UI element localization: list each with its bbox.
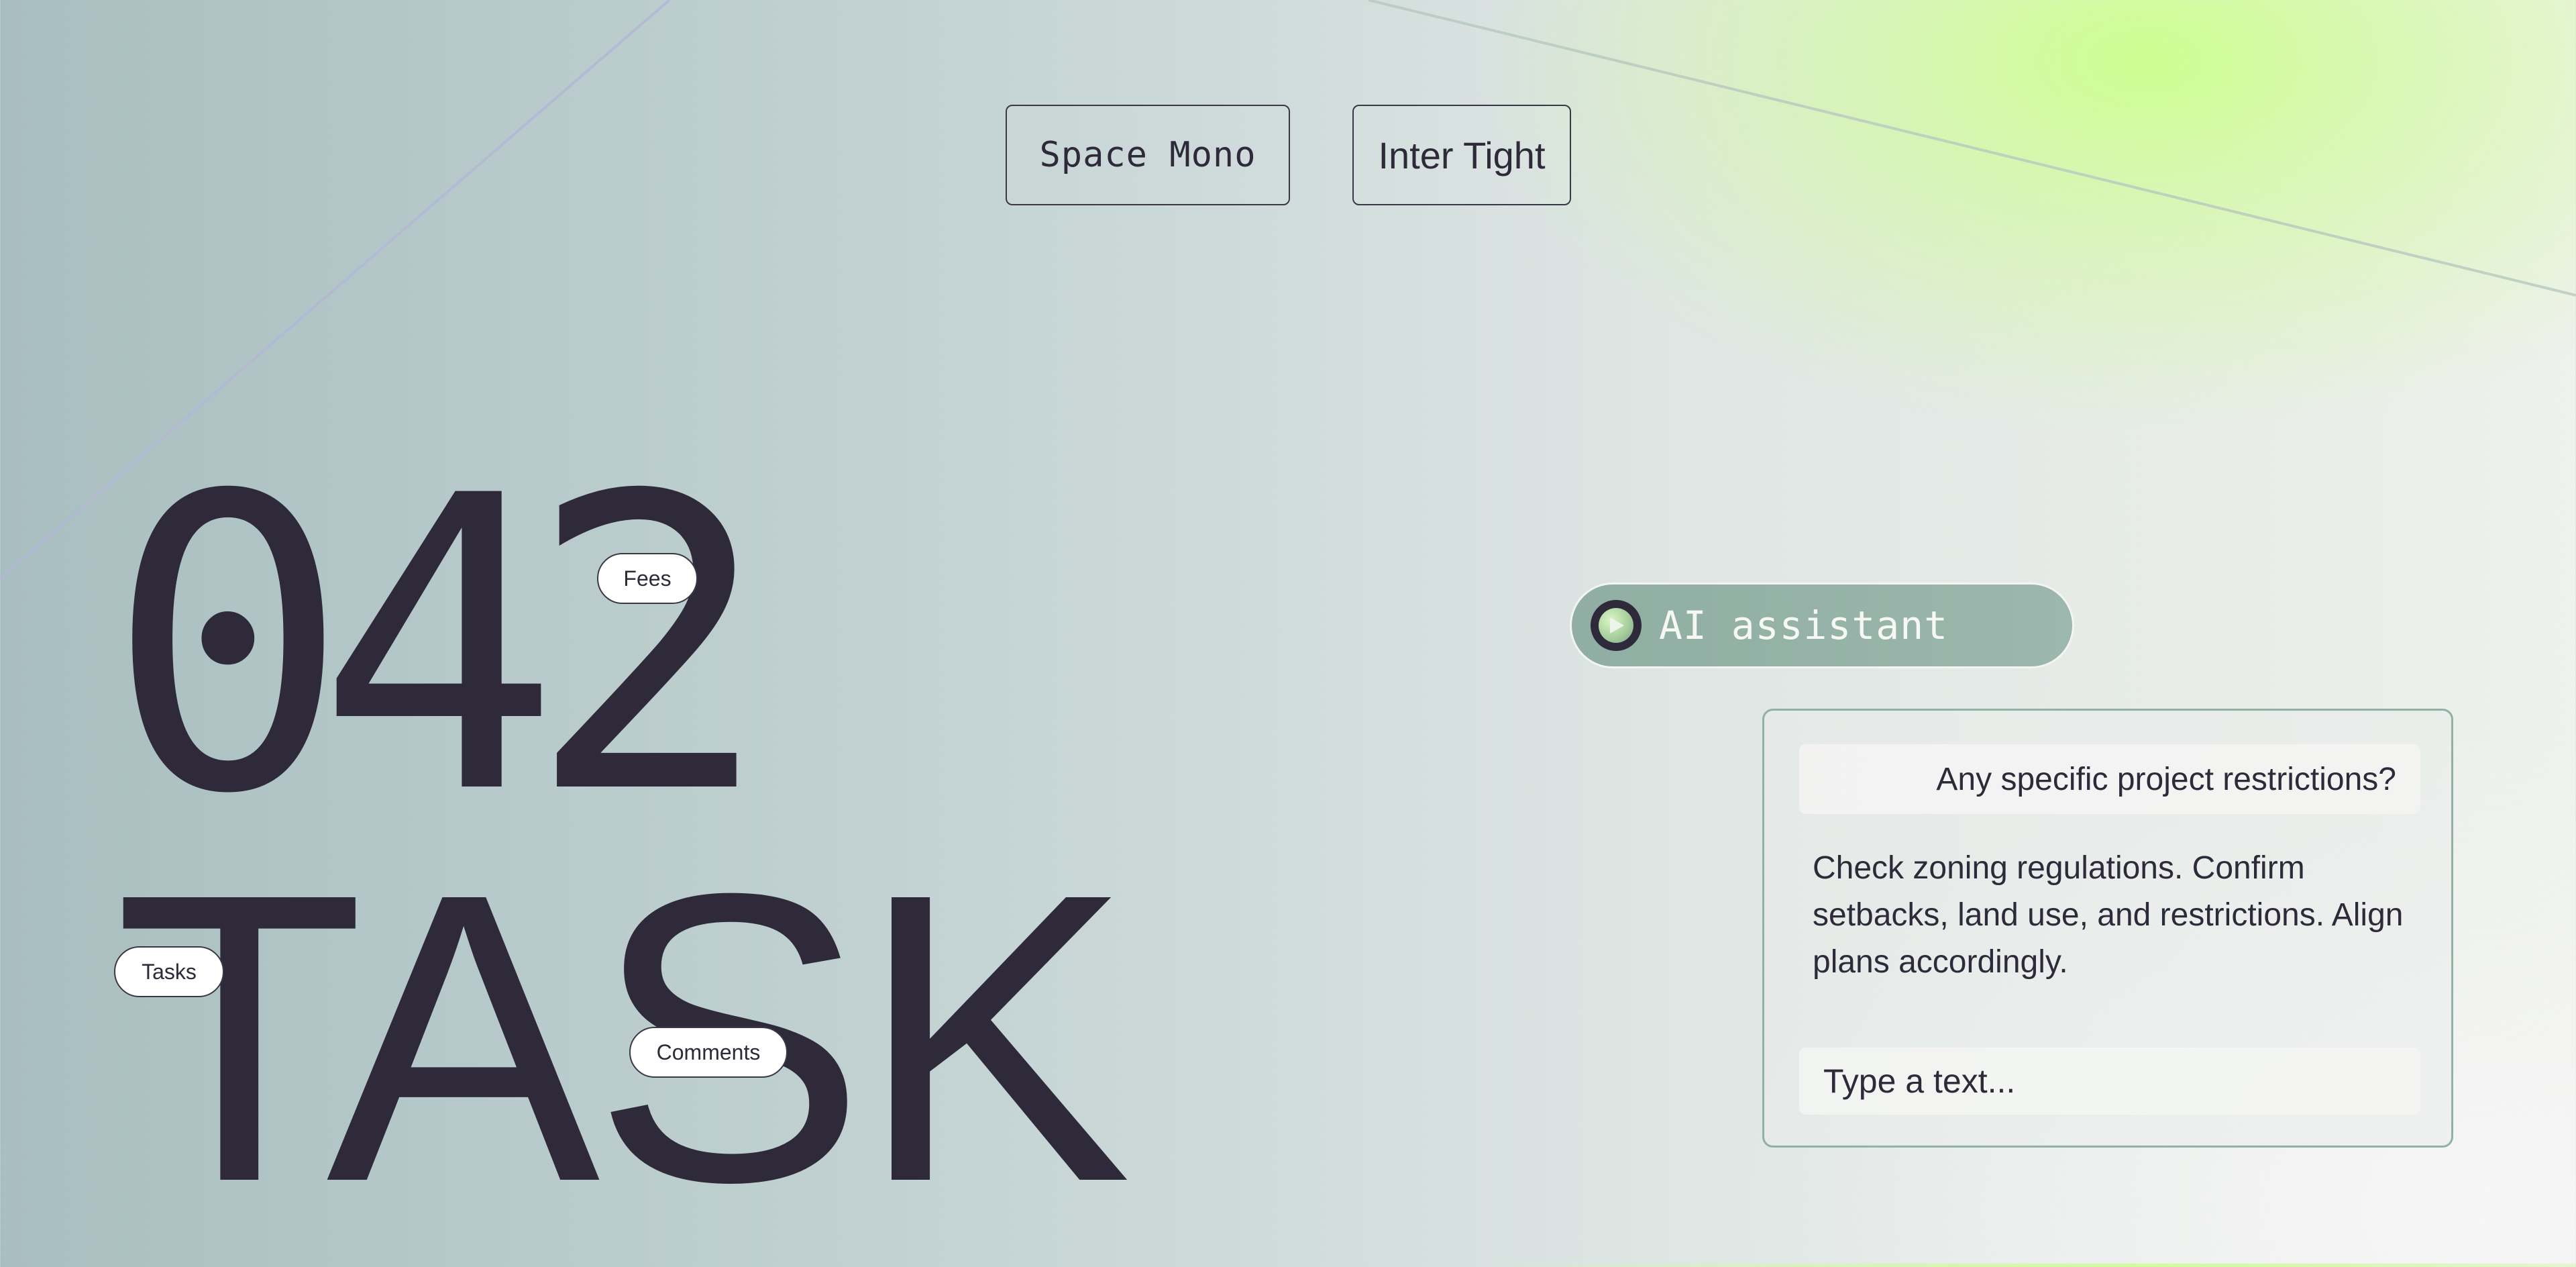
ai-assistant-label: AI assistant (1659, 603, 1949, 648)
tag-tasks[interactable]: Tasks (114, 946, 224, 997)
ai-assistant-button[interactable]: AI assistant (1570, 582, 2074, 668)
tag-fees[interactable]: Fees (597, 553, 698, 604)
play-icon (1599, 608, 1633, 643)
chat-input[interactable] (1799, 1048, 2420, 1115)
assistant-message: Check zoning regulations. Confirm setbac… (1813, 850, 2404, 980)
chat-panel: Any specific project restrictions? Check… (1762, 709, 2453, 1148)
font-option-space-mono[interactable]: Space Mono (1006, 105, 1290, 205)
display-word: TASK (114, 808, 1132, 1267)
font-option-inter-tight[interactable]: Inter Tight (1352, 105, 1571, 205)
assistant-avatar (1591, 600, 1642, 651)
display-number: 042 (106, 411, 771, 882)
user-message: Any specific project restrictions? (1799, 744, 2420, 814)
tag-comments[interactable]: Comments (629, 1027, 788, 1078)
